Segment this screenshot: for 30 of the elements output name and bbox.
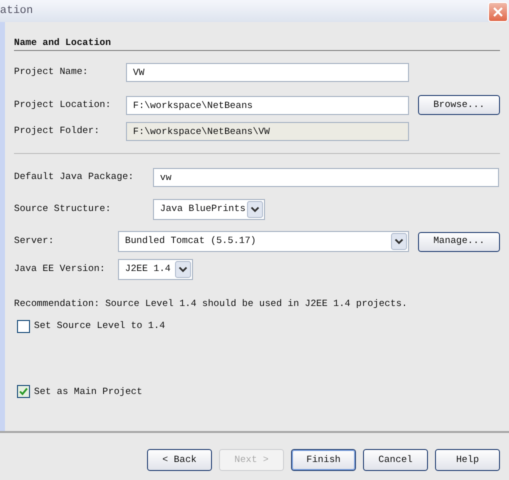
manage-button[interactable]: Manage... <box>418 232 500 252</box>
wizard-button[interactable]: Help <box>435 449 500 471</box>
field-label: Project Folder: <box>14 124 101 138</box>
wizard-button[interactable]: < Back <box>147 449 212 471</box>
text-field[interactable]: VW <box>126 63 409 82</box>
field-label: Server: <box>14 234 55 248</box>
read-only-field: F:\workspace\NetBeans\VW <box>126 122 409 141</box>
browse-button[interactable]: Browse... <box>418 95 500 115</box>
text-field[interactable]: vw <box>153 168 499 187</box>
recommendation-text: Recommendation: Source Level 1.4 should be used in J2EE 1.4 projects. <box>14 297 408 311</box>
close-button[interactable] <box>488 2 508 22</box>
field-label: Default Java Package: <box>14 170 135 184</box>
wizard-button[interactable]: Cancel <box>363 449 428 471</box>
window-title: ation <box>0 4 34 19</box>
dropdown[interactable]: Java BluePrints <box>153 199 265 220</box>
checkbox[interactable] <box>17 320 30 333</box>
text-field[interactable]: F:\workspace\NetBeans <box>126 96 409 114</box>
field-label: Project Location: <box>14 98 112 112</box>
checkbox-label: Set as Main Project <box>34 384 142 398</box>
wizard-button: Next > <box>219 449 284 471</box>
checkbox-label: Set Source Level to 1.4 <box>34 319 166 334</box>
checkbox[interactable] <box>17 385 30 398</box>
wizard-button[interactable]: Finish <box>291 449 356 471</box>
dropdown[interactable]: J2EE 1.4 <box>118 259 193 280</box>
field-label: Source Structure: <box>14 202 112 216</box>
close-icon <box>492 6 504 18</box>
section-title: Name and Location <box>14 37 500 51</box>
field-label: Java EE Version: <box>14 262 106 276</box>
dropdown[interactable]: Bundled Tomcat (5.5.17) <box>118 231 409 252</box>
field-label: Project Name: <box>14 65 90 80</box>
